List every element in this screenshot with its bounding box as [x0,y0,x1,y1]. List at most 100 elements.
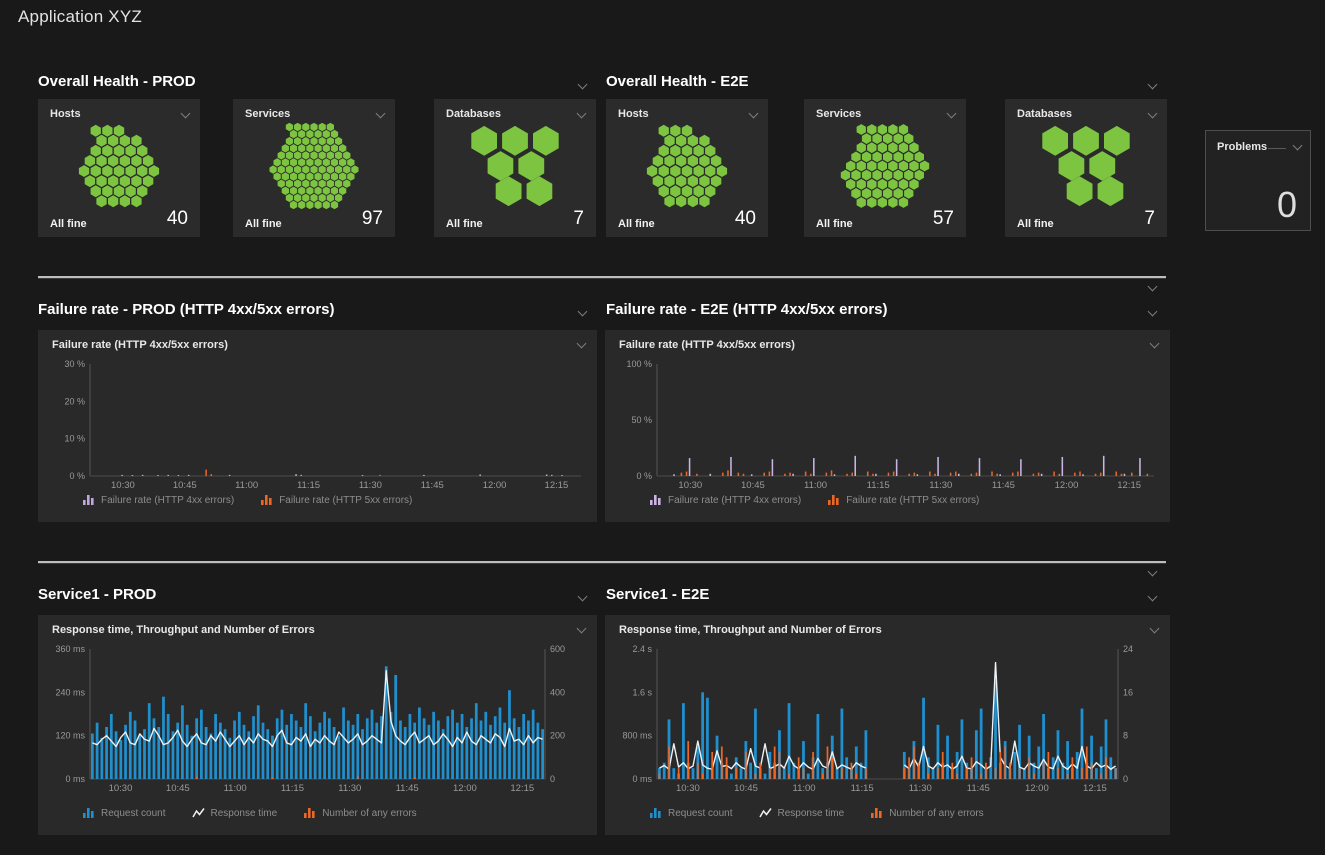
legend-item[interactable]: Failure rate (HTTP 4xx errors) [649,494,801,506]
chevron-down-icon[interactable] [1147,307,1159,319]
chevron-down-icon[interactable] [748,109,760,121]
chevron-down-icon[interactable] [577,307,589,319]
legend-label: Number of any errors [889,808,983,819]
legend-line-icon [759,807,772,819]
svg-text:10:45: 10:45 [166,783,190,794]
honeycomb-chart [233,123,395,209]
chevron-down-icon[interactable] [1147,80,1159,92]
chevron-down-icon[interactable] [1149,339,1161,351]
chevron-down-icon[interactable] [1292,141,1304,153]
legend-item[interactable]: Request count [82,807,166,819]
svg-text:10:30: 10:30 [109,783,133,794]
problems-count: 0 [1277,184,1297,226]
health-status-label: All fine [50,218,87,230]
honeycomb-chart [38,123,200,209]
chevron-down-icon[interactable] [577,592,589,604]
legend-item[interactable]: Failure rate (HTTP 5xx errors) [260,494,412,506]
svg-text:800 ms: 800 ms [622,731,652,741]
hexagon-icons [233,123,395,209]
svg-text:12:00: 12:00 [1055,480,1079,491]
svg-text:120 ms: 120 ms [55,731,85,741]
legend-item[interactable]: Number of any errors [303,807,416,819]
health-status-label: All fine [446,218,483,230]
legend-item[interactable]: Request count [649,807,733,819]
svg-text:10 %: 10 % [64,434,85,444]
chevron-down-icon[interactable] [1147,567,1159,579]
legend-item[interactable]: Failure rate (HTTP 5xx errors) [827,494,979,506]
chart-tile-title: Failure rate (HTTP 4xx/5xx errors) [52,339,228,351]
legend-bars-icon [82,807,95,819]
svg-text:11:15: 11:15 [851,783,874,794]
problems-tile[interactable]: Problems 0 [1205,130,1311,231]
legend-item[interactable]: Failure rate (HTTP 4xx errors) [82,494,234,506]
chevron-down-icon[interactable] [1147,109,1159,121]
problems-trend-line [1268,148,1286,149]
honeycomb-chart [804,123,966,209]
service1-prod-plot[interactable]: 0 ms120 ms240 ms360 ms020040060010:3010:… [46,641,589,795]
health-tile-hosts-e2e[interactable]: HostsAll fine40 [606,99,768,237]
service1-prod-chart-card[interactable]: Response time, Throughput and Number of … [38,615,597,835]
chart-tile-title: Failure rate (HTTP 4xx/5xx errors) [619,339,795,351]
legend-item[interactable]: Response time [192,807,278,819]
failure-rate-prod-plot[interactable]: 0 %10 %20 %30 %10:3010:4511:0011:1511:30… [46,356,589,492]
health-count: 40 [735,208,756,230]
svg-text:11:45: 11:45 [967,783,990,794]
svg-text:11:00: 11:00 [235,480,258,491]
hexagon-icons [1005,123,1167,209]
service1-e2e-chart-card[interactable]: Response time, Throughput and Number of … [605,615,1170,835]
chevron-down-icon[interactable] [576,109,588,121]
legend-item[interactable]: Number of any errors [870,807,983,819]
legend-label: Response time [778,808,845,819]
svg-text:11:00: 11:00 [804,480,827,491]
svg-text:11:00: 11:00 [793,783,816,794]
health-tile-services-prod[interactable]: ServicesAll fine97 [233,99,395,237]
chevron-down-icon[interactable] [1149,624,1161,636]
svg-text:600: 600 [550,644,565,654]
legend-item[interactable]: Response time [759,807,845,819]
failure-rate-e2e-chart-card[interactable]: Failure rate (HTTP 4xx/5xx errors) 0 %50… [605,330,1170,522]
section-title-failure-e2e: Failure rate - E2E (HTTP 4xx/5xx errors) [606,301,888,318]
chevron-down-icon[interactable] [1147,282,1159,294]
svg-text:11:30: 11:30 [929,480,952,491]
svg-text:0 %: 0 % [69,471,85,481]
chevron-down-icon[interactable] [577,80,589,92]
svg-text:12:15: 12:15 [545,480,569,491]
svg-text:10:45: 10:45 [173,480,197,491]
svg-text:11:15: 11:15 [867,480,890,491]
health-tile-databases-prod[interactable]: DatabasesAll fine7 [434,99,596,237]
service1-e2e-plot[interactable]: 0 ms800 ms1.6 s2.4 s08162410:3010:4511:0… [613,641,1162,795]
chevron-down-icon[interactable] [576,339,588,351]
chevron-down-icon[interactable] [576,624,588,636]
legend-bars-icon [649,494,662,506]
failure-rate-e2e-plot[interactable]: 0 %50 %100 %10:3010:4511:0011:1511:3011:… [613,356,1162,492]
health-count: 40 [167,208,188,230]
failure-rate-prod-chart-card[interactable]: Failure rate (HTTP 4xx/5xx errors) 0 % 10… [38,330,597,522]
svg-text:11:00: 11:00 [224,783,247,794]
section-title-service-e2e: Service1 - E2E [606,586,709,603]
chart-legend: Failure rate (HTTP 4xx errors) Failure ra… [82,494,412,506]
chevron-down-icon[interactable] [180,109,192,121]
section-title-failure-prod: Failure rate - PROD (HTTP 4xx/5xx errors… [38,301,335,318]
svg-text:0: 0 [1123,774,1128,784]
health-tile-title: Services [245,108,290,120]
health-tile-hosts-prod[interactable]: HostsAll fine40 [38,99,200,237]
health-tile-services-e2e[interactable]: ServicesAll fine57 [804,99,966,237]
chevron-down-icon[interactable] [946,109,958,121]
chevron-down-icon[interactable] [1147,592,1159,604]
svg-text:11:15: 11:15 [297,480,320,491]
svg-text:20 %: 20 % [64,396,85,406]
svg-text:2.4 s: 2.4 s [632,644,652,654]
svg-text:11:45: 11:45 [992,480,1015,491]
section-divider [38,276,1166,278]
health-tile-databases-e2e[interactable]: DatabasesAll fine7 [1005,99,1167,237]
svg-text:10:30: 10:30 [111,480,135,491]
svg-text:16: 16 [1123,687,1133,697]
legend-label: Request count [101,808,166,819]
svg-text:11:45: 11:45 [396,783,419,794]
svg-text:11:30: 11:30 [338,783,361,794]
health-count: 7 [1144,208,1155,230]
chevron-down-icon[interactable] [375,109,387,121]
legend-label: Failure rate (HTTP 5xx errors) [279,495,412,506]
legend-label: Response time [211,808,278,819]
legend-bars-icon [827,494,840,506]
